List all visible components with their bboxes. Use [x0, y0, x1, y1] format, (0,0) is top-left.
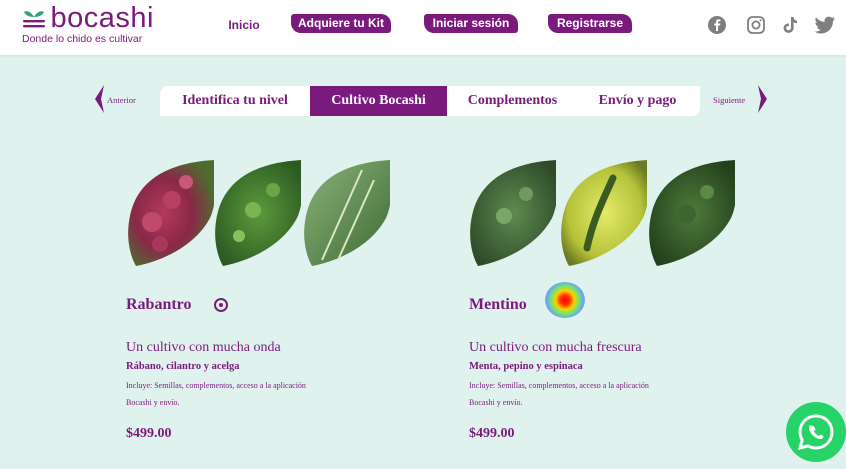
whatsapp-button[interactable]	[786, 402, 846, 462]
tab-identifica-nivel[interactable]: Identifica tu nivel	[160, 86, 310, 116]
facebook-icon[interactable]	[707, 15, 727, 35]
product-includes: Incluye: Semillas, complementos, acceso …	[469, 381, 649, 390]
logo[interactable]: bocashi Donde lo chido es cultivar	[22, 2, 154, 45]
prev-arrow-icon[interactable]	[92, 84, 106, 114]
site-header: bocashi Donde lo chido es cultivar Inici…	[0, 0, 846, 55]
logo-sprout-icon	[23, 11, 45, 28]
product-title-rabantro: Rabantro	[126, 296, 192, 313]
logo-tagline: Donde lo chido es cultivar	[22, 33, 143, 45]
tiktok-icon[interactable]	[780, 15, 800, 35]
whatsapp-icon	[797, 414, 834, 451]
instagram-icon[interactable]	[746, 15, 766, 35]
nav-registrarse-button[interactable]: Registrarse	[548, 14, 632, 33]
nav-adquiere-kit-button[interactable]: Adquiere tu Kit	[291, 14, 391, 33]
heatmap-marker	[545, 282, 585, 318]
twitter-icon[interactable]	[814, 15, 836, 35]
product-plants: Rábano, cilantro y acelga	[126, 361, 240, 372]
product-subtitle: Un cultivo con mucha frescura	[469, 340, 642, 355]
cucumber-image[interactable]	[559, 160, 647, 266]
tab-cultivo-bocashi[interactable]: Cultivo Bocashi	[310, 86, 447, 116]
logo-text: bocashi	[50, 2, 154, 34]
cilantro-image[interactable]	[213, 160, 301, 266]
product-price: $499.00	[469, 426, 515, 441]
mint-image[interactable]	[468, 160, 556, 266]
product-includes-2: Bocashi y envío.	[126, 398, 180, 407]
spinach-image[interactable]	[647, 160, 735, 266]
next-step-link[interactable]: Siguiente	[713, 95, 745, 105]
prev-step-link[interactable]: Anterior	[107, 95, 136, 105]
nav-iniciar-sesion-button[interactable]: Iniciar sesión	[424, 14, 518, 33]
product-includes-2: Bocashi y envío.	[469, 398, 523, 407]
product-title-mentino: Mentino	[469, 296, 527, 313]
radish-image[interactable]	[126, 160, 214, 266]
product-includes: Incluye: Semillas, complementos, acceso …	[126, 381, 306, 390]
step-tabs: Identifica tu nivel Cultivo Bocashi Comp…	[160, 86, 700, 116]
product-plants: Menta, pepino y espinaca	[469, 361, 583, 372]
chard-image[interactable]	[302, 160, 390, 266]
nav-inicio[interactable]: Inicio	[222, 16, 266, 34]
product-subtitle: Un cultivo con mucha onda	[126, 340, 281, 355]
next-arrow-icon[interactable]	[756, 84, 770, 114]
product-radio-rabantro[interactable]	[214, 298, 228, 312]
tab-complementos[interactable]: Complementos	[450, 86, 575, 116]
product-price: $499.00	[126, 426, 172, 441]
tab-envio-pago[interactable]: Envío y pago	[575, 86, 700, 116]
